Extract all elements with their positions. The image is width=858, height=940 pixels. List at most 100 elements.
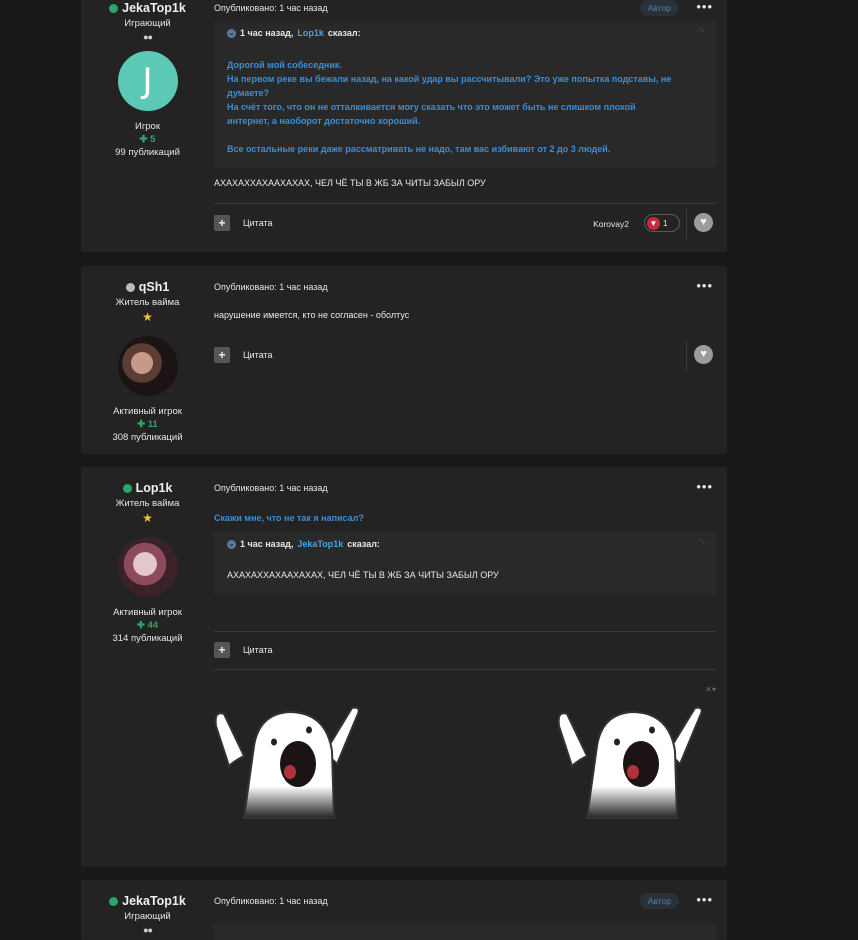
quote-block: ⌄ 1 час назад, JekaTop1k сказал: ↷ АХАХАХХА…	[214, 532, 716, 595]
avatar[interactable]	[117, 537, 178, 597]
avatar[interactable]: J	[117, 51, 178, 111]
quote-line: интернет, а наоборот достаточно хороший.	[227, 116, 421, 126]
online-status-icon	[122, 483, 132, 493]
author-name[interactable]: Lop1k	[81, 481, 214, 495]
multiquote-plus-icon[interactable]: +	[214, 642, 230, 658]
share-arrow-icon[interactable]: ↷	[698, 27, 706, 38]
author-name-link[interactable]: JekaTop1k	[122, 1, 186, 15]
online-status-icon	[109, 896, 119, 906]
rank-icon: ●●	[143, 32, 153, 42]
publications-count: 308 публикаций	[112, 432, 183, 443]
reputation-icon: ✚	[139, 134, 148, 145]
ghost-sticker-icon	[214, 706, 360, 819]
post-date[interactable]: Опубликовано: 1 час назад	[214, 896, 328, 906]
post-body: Опубликовано: 1 час назад Автор •••	[214, 892, 716, 940]
author-name[interactable]: JekaTop1k	[81, 1, 214, 15]
post: JekaTop1k Играющий ●● Опубликовано: 1 ча…	[81, 880, 727, 940]
multiquote-plus-icon[interactable]: +	[214, 347, 230, 363]
post-body: Опубликовано: 1 час назад Автор ••• ⌄ 1 ч…	[214, 0, 716, 252]
more-options-icon[interactable]: •••	[696, 0, 713, 14]
author-panel: qSh1 Житель вайма ★ Активный игрок ✚ 11 …	[81, 278, 214, 443]
post-body: Опубликовано: 1 час назад ••• Скажи мне,…	[214, 479, 716, 865]
share-arrow-icon[interactable]: ↷	[698, 538, 706, 549]
author-panel: JekaTop1k Играющий ●● J Игрок ✚ 5 99 пуб…	[81, 0, 214, 158]
quote-blank-line	[227, 128, 698, 142]
author-name[interactable]: JekaTop1k	[81, 894, 214, 908]
ghost-sticker-icon	[557, 706, 703, 819]
quote-user-link[interactable]: JekaTop1k	[297, 539, 343, 549]
divider	[214, 631, 716, 632]
online-status-icon	[109, 3, 119, 13]
quote-text: Дорогой мой собеседник. На первом реке в…	[227, 58, 698, 156]
author-badge: Автор	[639, 893, 679, 909]
quote-text: АХАХАХХАХААХАХАХ, ЧЕЛ ЧЁ ТЫ В ЖБ ЗА ЧИТЫ…	[227, 570, 499, 580]
quote-said: сказал:	[327, 28, 361, 38]
author-name[interactable]: qSh1	[81, 280, 214, 294]
reputation-value: 44	[147, 620, 159, 631]
quote-said: сказал:	[347, 539, 380, 549]
author-name-link[interactable]: Lop1k	[136, 481, 173, 495]
author-panel: Lop1k Житель вайма ★ Активный игрок ✚ 44…	[81, 479, 214, 644]
heart-react-icon[interactable]: ♥	[694, 213, 713, 232]
post-body: Опубликовано: 1 час назад ••• нарушение …	[214, 278, 716, 449]
reactor-name[interactable]: Korovay2	[593, 219, 629, 229]
quote-line: На первом реке вы бежали назад, на какой…	[227, 74, 672, 84]
quote-header: ⌄ 1 час назад, JekaTop1k сказал:	[227, 539, 380, 549]
star-icon: ★	[142, 310, 153, 324]
reaction-count-pill[interactable]: ▼ 1	[644, 214, 680, 232]
author-group: Игрок	[134, 121, 161, 132]
quote-line: думаете?	[227, 88, 270, 98]
quote-time: 1 час назад,	[240, 539, 294, 549]
quote-line: Дорогой мой собеседник.	[227, 60, 342, 70]
quote-time: 1 час назад,	[240, 28, 294, 38]
post-text: Скажи мне, что не так я написал?	[214, 513, 364, 523]
reputation-icon: ✚	[137, 419, 146, 430]
reputation-icon: ✚	[136, 620, 145, 631]
star-icon: ★	[142, 511, 153, 525]
quote-block	[214, 923, 716, 940]
author-name-link[interactable]: qSh1	[139, 280, 170, 294]
chevron-down-icon[interactable]: ⌄	[227, 28, 236, 38]
quote-button[interactable]: Цитата	[243, 645, 273, 655]
quote-button[interactable]: Цитата	[243, 350, 273, 360]
quote-line: На счёт того, что он не отталкивается мо…	[227, 102, 636, 112]
quote-user-link[interactable]: Lop1k	[297, 28, 324, 38]
offline-status-icon	[125, 282, 135, 292]
divider	[214, 203, 716, 204]
avatar[interactable]	[117, 336, 178, 396]
image-controls-icon[interactable]: ✕▾	[705, 685, 716, 694]
author-badge: Автор	[639, 0, 679, 16]
author-title: Житель вайма	[115, 498, 180, 509]
publications-count: 314 публикаций	[112, 633, 183, 644]
post-date[interactable]: Опубликовано: 1 час назад	[214, 282, 328, 292]
author-title: Играющий	[124, 911, 171, 922]
reaction-count: 1	[663, 218, 668, 228]
reputation: ✚ 11	[81, 419, 214, 430]
post-date[interactable]: Опубликовано: 1 час назад	[214, 483, 328, 493]
author-group: Активный игрок	[113, 406, 182, 417]
quote-button[interactable]: Цитата	[243, 218, 273, 228]
divider	[214, 669, 716, 670]
reputation-value: 11	[147, 419, 158, 430]
rank-icon: ●●	[143, 925, 153, 935]
post: Lop1k Житель вайма ★ Активный игрок ✚ 44…	[81, 467, 727, 867]
author-name-link[interactable]: JekaTop1k	[122, 894, 186, 908]
reputation-value: 5	[150, 134, 156, 145]
post-text: АХАХАХХАХААХАХАХ, ЧЕЛ ЧЁ ТЫ В ЖБ ЗА ЧИТЫ…	[214, 178, 486, 188]
post: JekaTop1k Играющий ●● J Игрок ✚ 5 99 пуб…	[81, 0, 727, 252]
more-options-icon[interactable]: •••	[696, 479, 713, 494]
heart-react-icon[interactable]: ♥	[694, 345, 713, 364]
quote-block: ⌄ 1 час назад, Lop1k сказал: ↷ Дорогой мой …	[214, 21, 716, 167]
publications-count: 99 публикаций	[115, 147, 180, 158]
author-title: Играющий	[124, 18, 171, 29]
quote-header: ⌄ 1 час назад, Lop1k сказал:	[227, 28, 361, 38]
more-options-icon[interactable]: •••	[696, 892, 713, 907]
post-date[interactable]: Опубликовано: 1 час назад	[214, 3, 328, 13]
thumbs-down-icon: ▼	[647, 216, 660, 230]
more-options-icon[interactable]: •••	[696, 278, 713, 293]
post: qSh1 Житель вайма ★ Активный игрок ✚ 11 …	[81, 266, 727, 454]
multiquote-plus-icon[interactable]: +	[214, 215, 230, 231]
quote-line: Все остальные реки даже рассматривать не…	[227, 144, 611, 154]
chevron-down-icon[interactable]: ⌄	[227, 539, 236, 549]
author-group: Активный игрок	[113, 607, 182, 618]
